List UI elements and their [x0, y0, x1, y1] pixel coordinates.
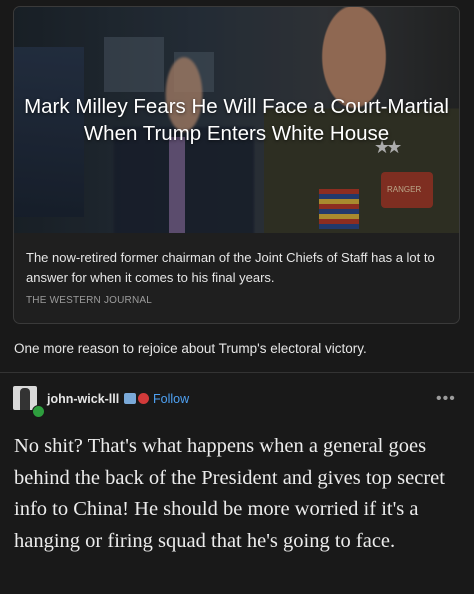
- divider: [0, 372, 474, 373]
- more-options-icon[interactable]: •••: [436, 390, 456, 408]
- badge-icon: [124, 393, 136, 404]
- link-preview-card[interactable]: ★★ RANGER Mark Milley Fears He Will Face…: [13, 6, 460, 324]
- follow-button[interactable]: Follow: [153, 392, 189, 406]
- reply-text: No shit? That's what happens when a gene…: [14, 435, 445, 552]
- article-headline[interactable]: Mark Milley Fears He Will Face a Court-M…: [24, 93, 449, 147]
- reply-username[interactable]: john-wick-lll: [47, 392, 119, 406]
- article-source: THE WESTERN JOURNAL: [26, 295, 153, 306]
- online-badge-icon: [32, 405, 45, 418]
- article-image[interactable]: ★★ RANGER Mark Milley Fears He Will Face…: [14, 7, 459, 233]
- article-summary: The now-retired former chairman of the J…: [26, 250, 435, 285]
- no-entry-icon: [138, 393, 149, 404]
- post-caption: One more reason to rejoice about Trump's…: [14, 341, 367, 356]
